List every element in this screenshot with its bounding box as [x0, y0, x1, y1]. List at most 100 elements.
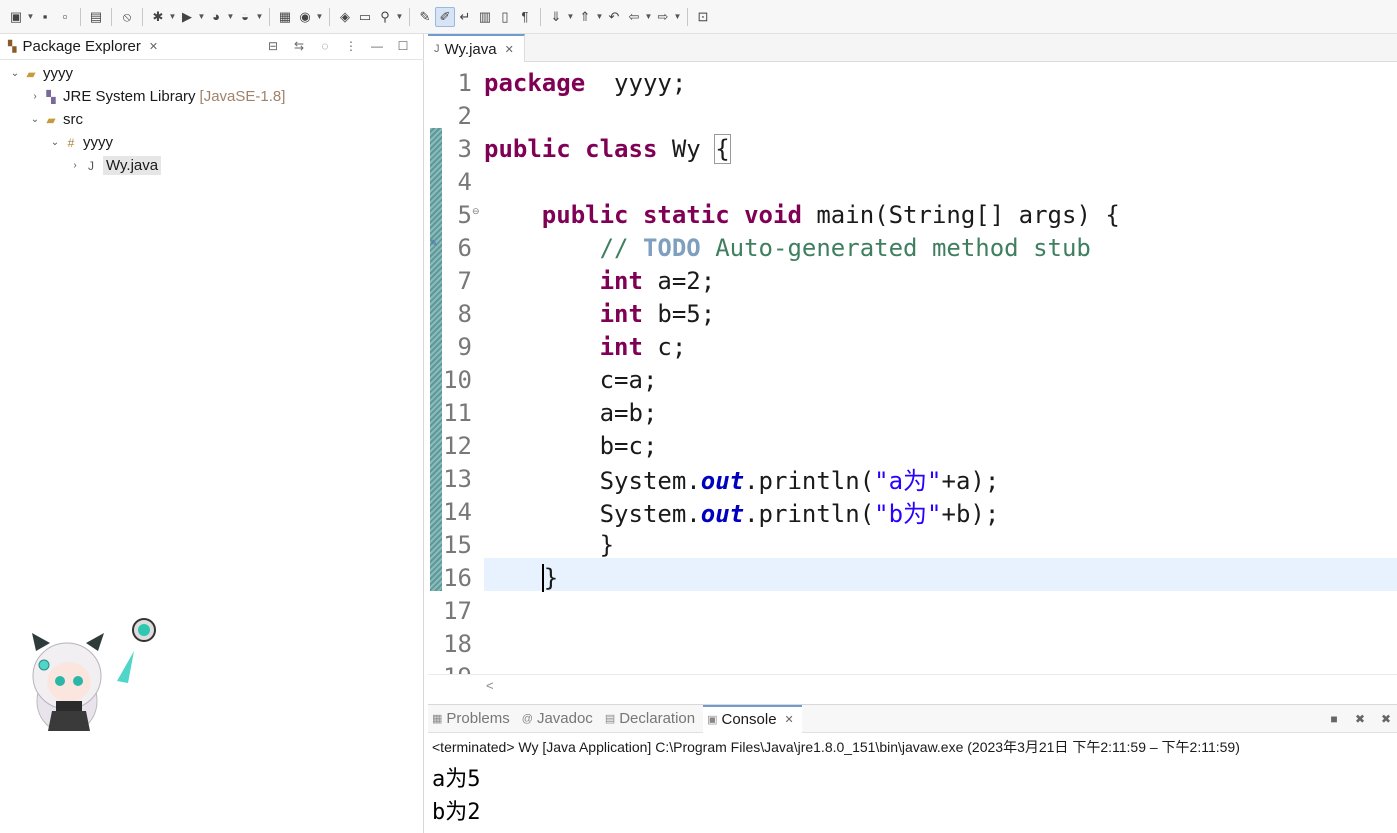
- code-text: System.out.println("b为"+b);: [484, 494, 1000, 529]
- open-type-icon[interactable]: ◈: [335, 7, 355, 27]
- debug-icon[interactable]: ✱: [148, 7, 168, 27]
- tab-problems[interactable]: ▦ Problems: [428, 705, 518, 733]
- package-explorer-tabbar: ▚ Package Explorer ✕ ⊟ ⇆ ◌ ⋮ — ☐: [0, 34, 424, 60]
- console-actions: ■ ✖ ✖: [1325, 710, 1395, 728]
- minimize-icon[interactable]: —: [368, 37, 386, 55]
- line-number: 9: [457, 332, 472, 361]
- code-token: out: [700, 500, 745, 528]
- next-annotation-icon[interactable]: ⇓: [546, 7, 566, 27]
- code-token: public: [484, 134, 571, 163]
- chevron-down-icon[interactable]: ▼: [26, 7, 35, 27]
- tree-item[interactable]: ⌄ ▰ src: [0, 108, 424, 131]
- chevron-down-icon[interactable]: ⌄: [48, 137, 62, 148]
- code-token: public: [541, 200, 629, 229]
- line-number: 13: [443, 464, 472, 493]
- show-whitespace-icon[interactable]: ▯: [495, 7, 515, 27]
- tab-javadoc[interactable]: @ Javadoc: [518, 705, 601, 733]
- scroll-left-icon[interactable]: <: [486, 678, 494, 693]
- chevron-down-icon[interactable]: ▼: [315, 7, 324, 27]
- previous-annotation-icon[interactable]: ⇑: [575, 7, 595, 27]
- chevron-down-icon[interactable]: ▼: [595, 7, 604, 27]
- tree-item[interactable]: › J Wy.java: [0, 154, 424, 177]
- chevron-down-icon[interactable]: ▼: [644, 7, 653, 27]
- save-icon[interactable]: ▪: [35, 7, 55, 27]
- code-token: out: [700, 467, 745, 495]
- remove-launch-icon[interactable]: ✖: [1351, 710, 1369, 728]
- code-text-area[interactable]: ⊖ ✎ 1 package yyyy; 2 3 public class Wy {4 5 …: [428, 66, 1397, 674]
- save-all-icon[interactable]: ▫: [55, 7, 75, 27]
- chevron-down-icon[interactable]: ▼: [566, 7, 575, 27]
- close-icon[interactable]: ✕: [149, 40, 158, 53]
- open-task-icon[interactable]: ▭: [355, 7, 375, 27]
- chevron-down-icon[interactable]: ▼: [255, 7, 264, 27]
- chevron-down-icon[interactable]: ▼: [168, 7, 177, 27]
- remove-all-launches-icon[interactable]: ✖: [1377, 710, 1395, 728]
- tree-item[interactable]: ⌄ # yyyy: [0, 131, 424, 154]
- editor-horizontal-scrollbar[interactable]: <: [428, 674, 1397, 696]
- view-menu-icon[interactable]: ⋮: [342, 37, 360, 55]
- code-token: System.: [484, 500, 701, 528]
- chevron-down-icon[interactable]: ⌄: [8, 68, 22, 79]
- code-line: 14 System.out.println("b为"+b);: [428, 494, 1397, 529]
- search-icon[interactable]: ⚲: [375, 7, 395, 27]
- tree-item[interactable]: ⌄ ▰ yyyy: [0, 62, 424, 85]
- pin-editor-icon[interactable]: ⊡: [693, 7, 713, 27]
- package-explorer-view: ▚ Package Explorer ✕ ⊟ ⇆ ◌ ⋮ — ☐ ⌄ ▰ yyyy ›…: [0, 34, 424, 833]
- source-folder-icon: ▰: [46, 112, 56, 127]
- link-with-editor-icon[interactable]: ⇆: [290, 37, 308, 55]
- tree-item-label: yyyy: [43, 65, 73, 82]
- code-line: 9 int c;: [428, 330, 1397, 363]
- tree-item-label: yyyy: [83, 134, 113, 151]
- last-edit-icon[interactable]: ↶: [604, 7, 624, 27]
- filters-icon[interactable]: ◌: [316, 37, 334, 55]
- external-tools-icon[interactable]: ◒: [235, 7, 255, 27]
- tab-console[interactable]: ▣ Console ✕: [703, 704, 802, 733]
- package-explorer-actions: ⊟ ⇆ ◌ ⋮ — ☐: [264, 37, 412, 55]
- back-icon[interactable]: ⇦: [624, 7, 644, 27]
- chevron-right-icon[interactable]: ›: [28, 91, 42, 102]
- forward-icon[interactable]: ⇨: [653, 7, 673, 27]
- close-icon[interactable]: ✕: [505, 43, 514, 56]
- paragraph-icon[interactable]: ¶: [515, 7, 535, 27]
- run-icon[interactable]: ▶: [177, 7, 197, 27]
- line-number: 8: [457, 299, 472, 328]
- line-number: 2: [457, 101, 472, 130]
- chevron-down-icon[interactable]: ⌄: [28, 114, 42, 125]
- code-token: static: [642, 200, 730, 229]
- chevron-down-icon[interactable]: ▼: [226, 7, 235, 27]
- code-text: public class Wy {: [484, 133, 731, 164]
- code-text: }: [484, 531, 614, 559]
- bottom-tabbar: ▦ Problems @ Javadoc ▤ Declaration ▣ Console ✕: [428, 704, 1397, 733]
- toolbar-separator: [269, 7, 270, 26]
- code-token: a=2;: [642, 266, 716, 295]
- chevron-down-icon[interactable]: ▼: [197, 7, 206, 27]
- chevron-down-icon[interactable]: ▼: [395, 7, 404, 27]
- tab-wy-java[interactable]: J Wy.java ✕: [428, 34, 525, 62]
- code-text: b=c;: [484, 432, 658, 460]
- new-class-icon[interactable]: ◉: [295, 7, 315, 27]
- code-text: package yyyy;: [484, 69, 686, 97]
- coverage-icon[interactable]: ◕: [206, 7, 226, 27]
- maximize-icon[interactable]: ☐: [394, 37, 412, 55]
- package-explorer-icon: ▚: [8, 41, 17, 53]
- terminal-icon[interactable]: ▤: [86, 7, 106, 27]
- java-editor: J Wy.java ✕ ⊖ ✎ 1 package yyyy; 2 3 public c…: [428, 34, 1397, 698]
- word-wrap-icon[interactable]: ↵: [455, 7, 475, 27]
- chevron-down-icon[interactable]: ▼: [673, 7, 682, 27]
- tab-declaration[interactable]: ▤ Declaration: [601, 705, 703, 733]
- block-selection-icon[interactable]: ▥: [475, 7, 495, 27]
- skip-breakpoints-icon[interactable]: ⦸: [117, 7, 137, 27]
- close-icon[interactable]: ✕: [785, 713, 794, 726]
- tree-item[interactable]: › ▚ JRE System Library [JavaSE-1.8]: [0, 85, 424, 108]
- tab-package-explorer[interactable]: ▚ Package Explorer ✕: [0, 34, 166, 60]
- new-icon[interactable]: ▣: [6, 7, 26, 27]
- new-java-project-icon[interactable]: ▦: [275, 7, 295, 27]
- chevron-right-icon[interactable]: ›: [68, 160, 82, 171]
- problems-icon: ▦: [432, 713, 443, 725]
- toggle-mark-occurrences-icon[interactable]: ✎: [415, 7, 435, 27]
- highlight-icon[interactable]: ✐: [435, 6, 455, 27]
- collapse-all-icon[interactable]: ⊟: [264, 37, 282, 55]
- terminate-icon[interactable]: ■: [1325, 710, 1343, 728]
